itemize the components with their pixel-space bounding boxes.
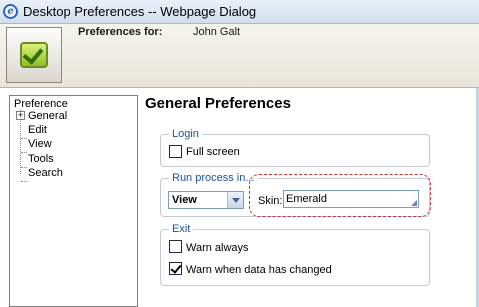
- preferences-for-label: Preferences for:: [78, 26, 163, 38]
- tree-connector: [21, 152, 27, 153]
- tree-item-general[interactable]: General: [28, 110, 67, 122]
- tree-connector: [21, 181, 27, 182]
- preference-tree[interactable]: Preference + General Edit View Tools Sea…: [9, 95, 138, 307]
- tree-connector: [21, 167, 27, 168]
- expand-plus-icon[interactable]: +: [16, 111, 25, 120]
- run-process-legend: Run process in...: [169, 172, 258, 185]
- tree-item-search[interactable]: Search: [28, 167, 63, 179]
- warn-changed-checkbox[interactable]: [169, 262, 182, 275]
- full-screen-checkbox[interactable]: [169, 145, 182, 158]
- exit-group: Exit: [160, 223, 430, 286]
- warn-changed-label: Warn when data has changed: [186, 264, 332, 276]
- tree-item-view[interactable]: View: [28, 138, 52, 150]
- tree-item-tools[interactable]: Tools: [28, 153, 54, 165]
- user-name: John Galt: [193, 26, 241, 38]
- resize-grip-icon: [411, 200, 417, 206]
- run-mode-select[interactable]: View: [168, 191, 244, 209]
- exit-legend: Exit: [169, 223, 194, 236]
- tree-item-edit[interactable]: Edit: [28, 124, 47, 136]
- warn-always-checkbox[interactable]: [169, 240, 182, 253]
- title-bar[interactable]: e Desktop Preferences -- Webpage Dialog: [0, 0, 479, 24]
- skin-label: Skin:: [258, 195, 283, 207]
- skin-value: Emerald: [286, 193, 327, 205]
- run-mode-value: View: [172, 194, 197, 206]
- tree-connector: [21, 138, 27, 139]
- skin-input[interactable]: Emerald: [283, 190, 419, 208]
- full-screen-label: Full screen: [186, 146, 240, 158]
- tree-root-preference[interactable]: Preference: [14, 98, 68, 110]
- page-title: General Preferences: [145, 95, 291, 112]
- warn-always-label: Warn always: [186, 242, 249, 254]
- checkbox-logo-icon: [6, 27, 62, 83]
- ie-icon: e: [3, 4, 18, 19]
- login-legend: Login: [169, 128, 202, 141]
- window-title: Desktop Preferences -- Webpage Dialog: [23, 4, 257, 19]
- dialog-header: Preferences for: John Galt: [0, 24, 479, 88]
- chevron-down-icon[interactable]: [227, 192, 243, 208]
